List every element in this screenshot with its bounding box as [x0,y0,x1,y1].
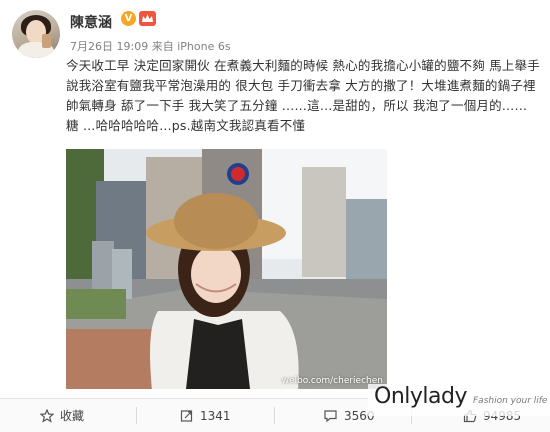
divider [274,407,275,424]
repost-count: 1341 [200,408,231,423]
post-date[interactable]: 7月26日 19:09 [70,40,148,53]
vip-crown-icon[interactable] [139,11,156,26]
brand-watermark: Onlylady Fashion your life [368,384,550,416]
post-photo[interactable]: weibo.com/cheriechen [66,149,387,389]
repost-icon [180,409,194,423]
brand-logo: Onlylady [374,384,467,409]
comment-icon [323,409,338,423]
favorite-label: 收藏 [60,409,85,423]
divider [136,407,137,424]
avatar-cup [42,34,51,48]
post-meta: 7月26日 19:09 来自 iPhone 6s [70,38,231,54]
avatar[interactable] [12,10,60,58]
post-source[interactable]: iPhone 6s [177,40,230,53]
source-prefix: 来自 [151,40,174,53]
comment-button[interactable]: 3560 [323,399,375,432]
username[interactable]: 陳意涵 [70,12,112,32]
favorite-button[interactable]: 收藏 [40,399,84,432]
post-text: 今天收工早 決定回家開伙 在煮義大利麵的時候 熱心的我擔心小罐的鹽不夠 馬上舉手… [66,58,540,133]
repost-button[interactable]: 1341 [180,399,231,432]
verified-badge-icon[interactable]: V [121,11,136,26]
brand-tagline: Fashion your life [473,396,548,406]
star-icon [40,408,54,423]
